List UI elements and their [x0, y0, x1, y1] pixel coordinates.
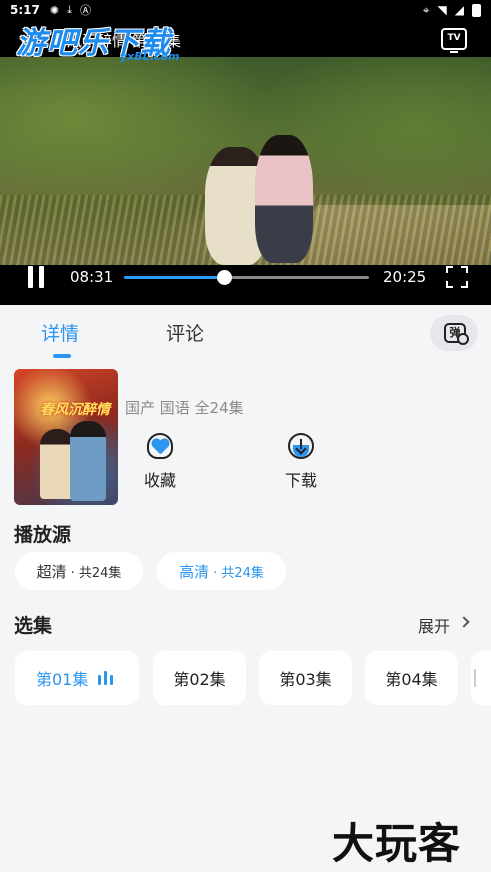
site-watermark-url: yxBL.com [120, 50, 180, 63]
favorite-button[interactable]: 收藏 [130, 433, 190, 491]
source-name: 超清 [36, 562, 67, 581]
episode-item-04[interactable]: 第04集 [365, 651, 458, 705]
source-name: 高清 [179, 562, 210, 581]
details-panel: 详情 评论 弹 春风沉醉情 国产 国语 全24集 收藏 下载 播放源 超清 · … [0, 305, 491, 872]
episode-label: 第04集 [385, 670, 438, 689]
seek-bar-knob[interactable] [217, 270, 233, 285]
video-scene-figure [255, 135, 313, 263]
current-time: 08:31 [70, 268, 114, 286]
episode-label: 第02集 [173, 670, 226, 689]
total-time: 20:25 [383, 268, 427, 286]
favorite-label: 收藏 [143, 471, 176, 490]
poster-image: 春风沉醉情 [14, 369, 118, 505]
download-icon [288, 433, 314, 459]
episode-item-01[interactable]: 第01集 [15, 651, 139, 705]
now-playing-icon [98, 671, 114, 685]
show-meta: 国产 国语 全24集 [125, 399, 244, 417]
source-count: · 共24集 [213, 565, 264, 581]
site-watermark: 游吧乐下载 yxBL.com [16, 18, 186, 70]
video-frame[interactable] [0, 57, 491, 265]
fullscreen-icon[interactable] [446, 266, 468, 288]
status-bar: 5:17 ✺ ⤓ Ⓐ ⌖ ◥ ◢ [0, 0, 491, 20]
seek-bar-progress [124, 276, 225, 279]
tab-details[interactable]: 详情 [41, 319, 79, 346]
source-chip-hd[interactable]: 高清 · 共24集 [157, 552, 286, 590]
source-section-title: 播放源 [14, 524, 72, 546]
video-player[interactable]: 5:17 ✺ ⤓ Ⓐ ⌖ ◥ ◢ ‹ 春风沉醉情 第02集 TV 游吧乐下载 y… [0, 0, 491, 305]
episode-item-02[interactable]: 第02集 [153, 651, 246, 705]
tab-comments[interactable]: 评论 [166, 319, 204, 346]
source-chip-ultra-hd[interactable]: 超清 · 共24集 [15, 552, 143, 590]
download-button[interactable]: 下载 [271, 433, 331, 491]
download-icon: ⤓ [67, 3, 72, 16]
heart-icon [147, 433, 173, 459]
danmaku-toggle-button[interactable]: 弹 [430, 315, 478, 351]
wifi-icon: ◥ [437, 3, 447, 17]
battery-icon [472, 3, 481, 17]
chevron-right-icon[interactable] [458, 616, 470, 628]
cat-icon: ✺ [49, 3, 60, 17]
brand-watermark: 大玩客 [332, 819, 462, 868]
seek-bar[interactable] [124, 270, 369, 285]
tab-active-indicator [53, 354, 71, 358]
status-time: 5:17 [10, 3, 40, 17]
location-icon: ⌖ [422, 2, 430, 17]
episode-item-03[interactable]: 第03集 [259, 651, 352, 705]
player-controls: 08:31 20:25 [0, 262, 491, 292]
cast-tv-icon[interactable]: TV [441, 28, 467, 53]
episodes-section-title: 选集 [14, 615, 53, 637]
a-icon: Ⓐ [79, 4, 91, 17]
episode-label: 第01集 [36, 670, 89, 689]
pause-icon[interactable] [26, 266, 46, 288]
source-count: · 共24集 [70, 565, 122, 581]
episode-label: 第03集 [279, 670, 332, 689]
episode-item-partial[interactable] [471, 651, 491, 705]
poster-title-art: 春风沉醉情 [40, 402, 110, 418]
signal-icon: ◢ [454, 3, 464, 17]
download-label: 下载 [284, 471, 317, 490]
expand-episodes-button[interactable]: 展开 [418, 613, 450, 637]
